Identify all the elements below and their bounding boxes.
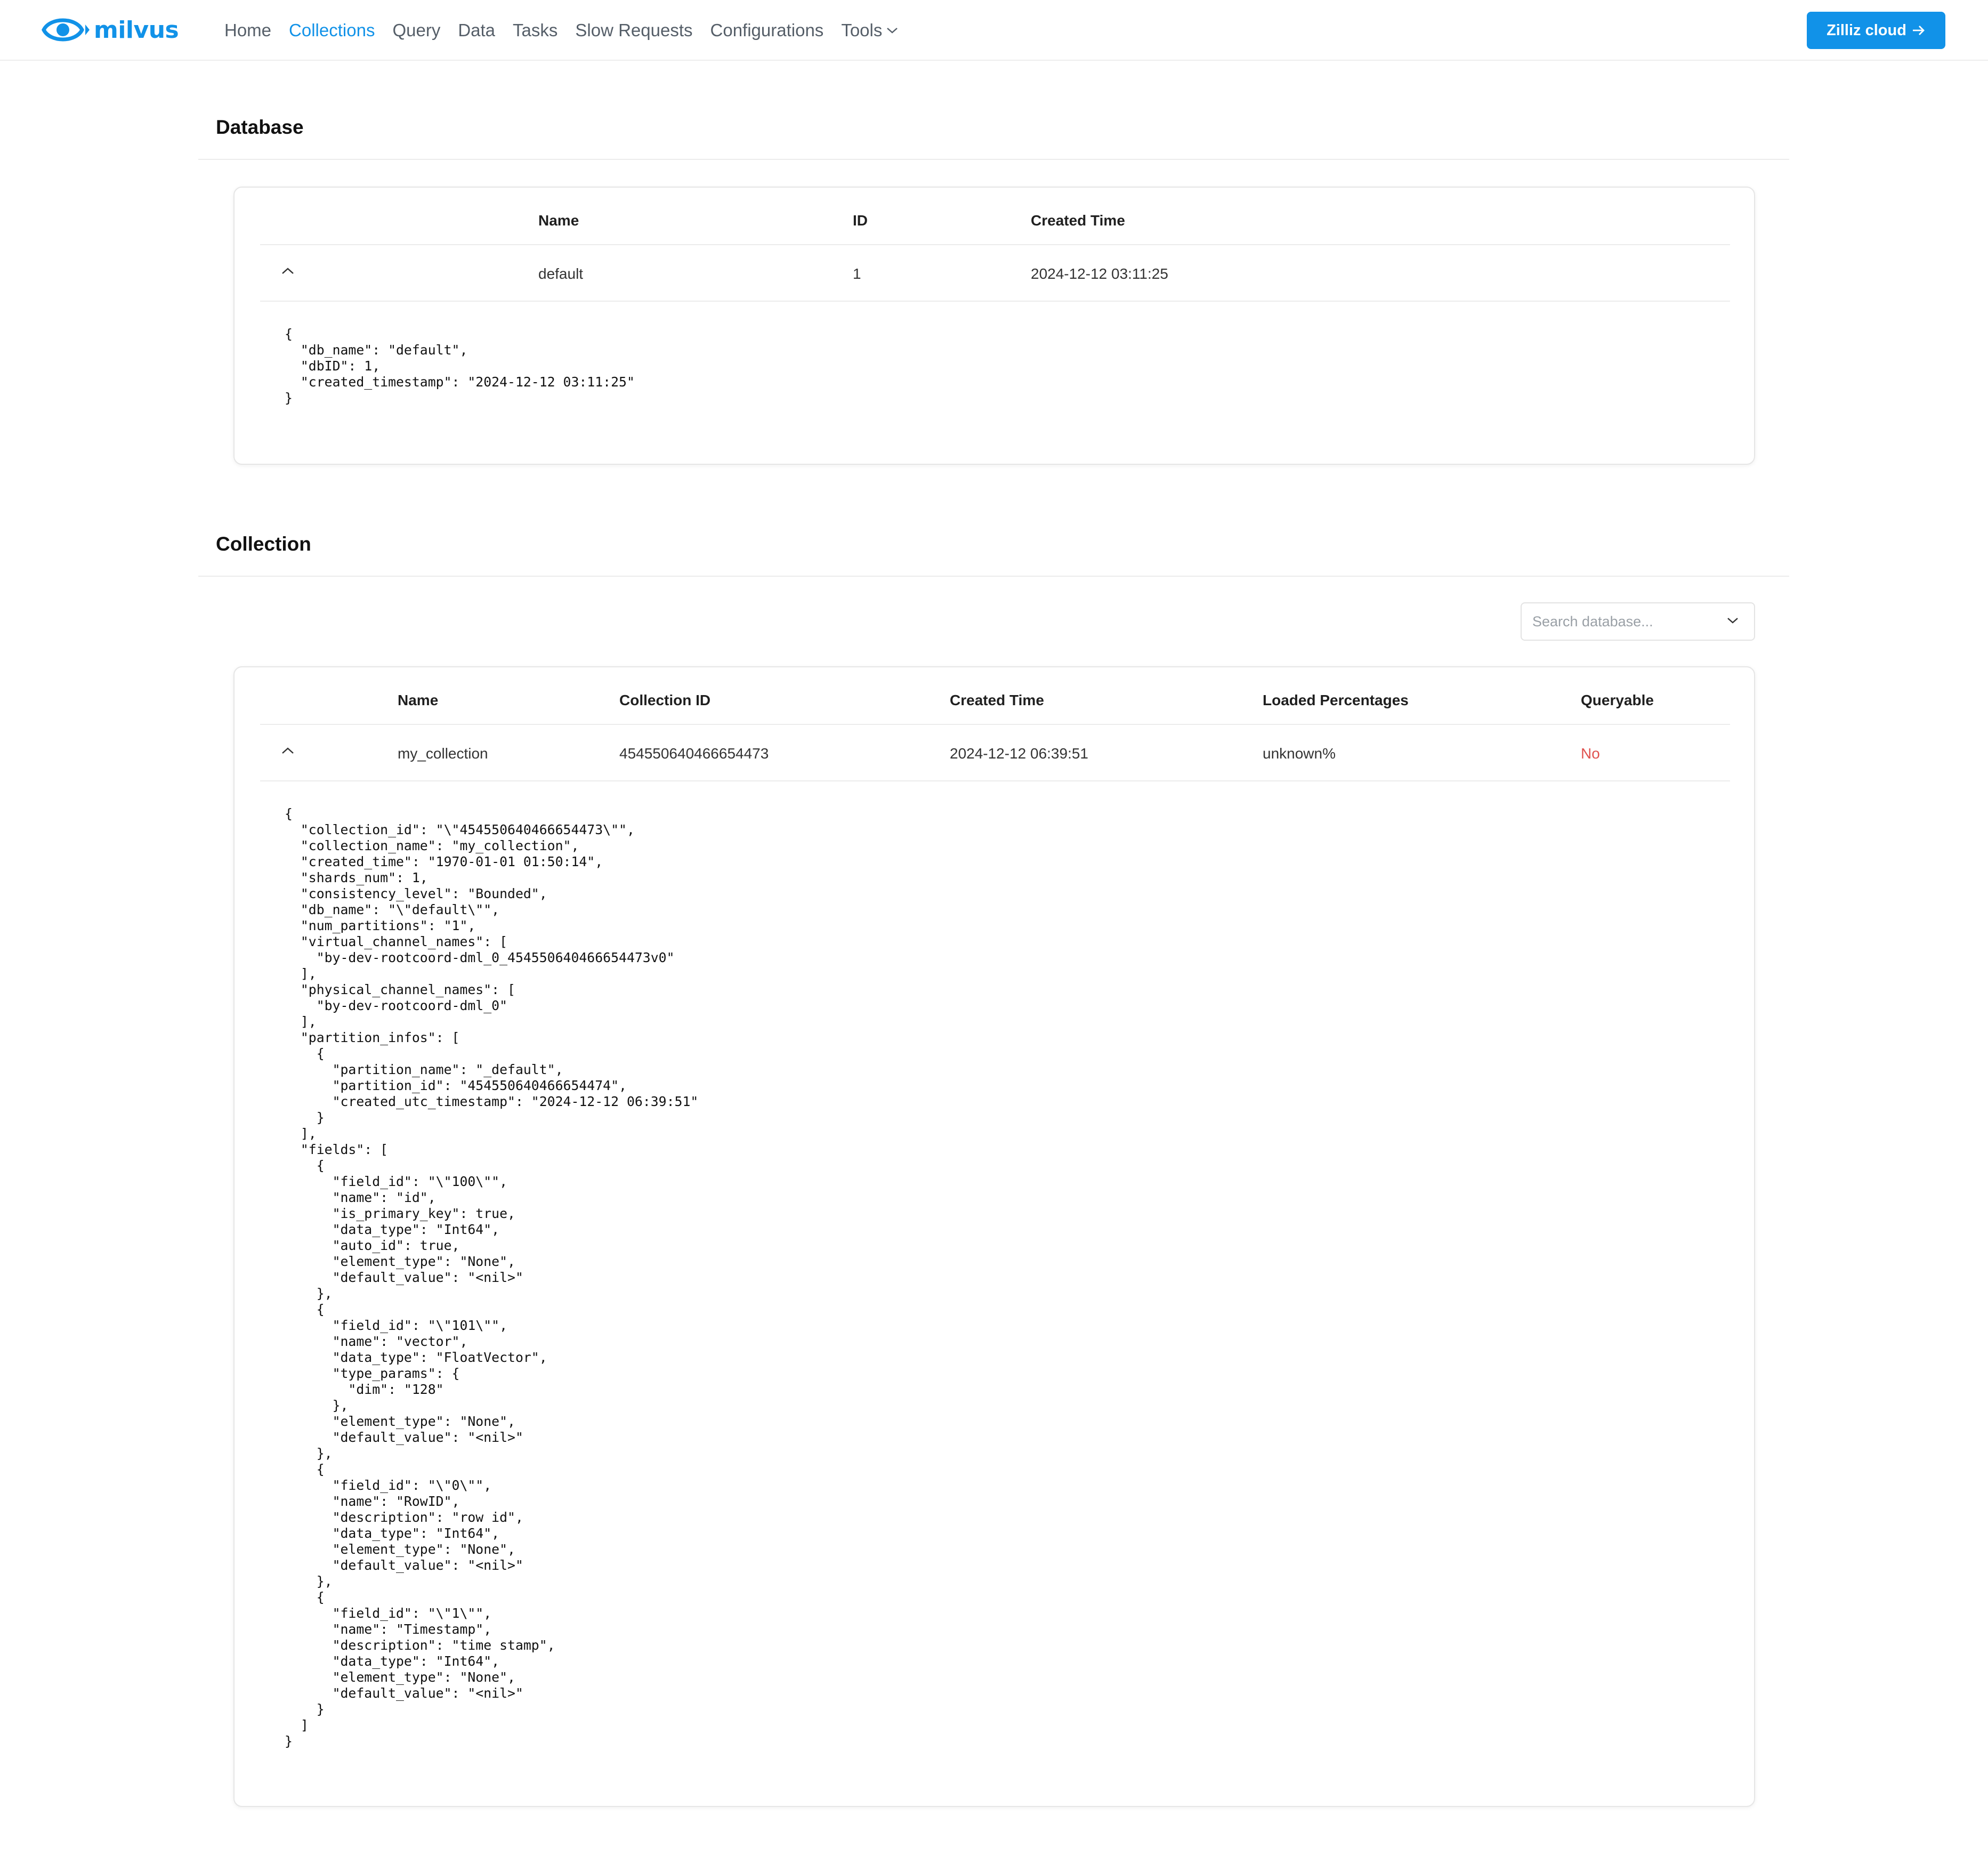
nav-tools-label: Tools bbox=[841, 20, 883, 40]
divider bbox=[198, 576, 1789, 577]
column-header-id[interactable]: ID bbox=[853, 212, 868, 229]
nav-data[interactable]: Data bbox=[458, 20, 495, 41]
chevron-up-icon[interactable] bbox=[280, 265, 295, 276]
chevron-up-icon[interactable] bbox=[280, 745, 295, 756]
column-header-collection-id[interactable]: Collection ID bbox=[619, 692, 710, 709]
main-nav: Home Collections Query Data Tasks Slow R… bbox=[224, 0, 916, 61]
collection-table-card: Name Collection ID Created Time Loaded P… bbox=[233, 666, 1755, 1807]
nav-home[interactable]: Home bbox=[224, 20, 271, 41]
db-name-cell: default bbox=[538, 265, 584, 282]
search-database-input[interactable] bbox=[1532, 611, 1708, 632]
nav-tasks[interactable]: Tasks bbox=[513, 20, 557, 41]
zilliz-cloud-button[interactable]: Zilliz cloud bbox=[1807, 12, 1945, 49]
nav-collections[interactable]: Collections bbox=[289, 20, 375, 41]
chevron-down-icon bbox=[887, 28, 898, 34]
nav-configurations[interactable]: Configurations bbox=[710, 20, 824, 41]
nav-tools-dropdown[interactable]: Tools bbox=[841, 20, 898, 41]
column-header-name[interactable]: Name bbox=[398, 692, 438, 709]
top-navbar: milvus Home Collections Query Data Tasks… bbox=[0, 0, 1988, 61]
column-header-queryable[interactable]: Queryable bbox=[1581, 692, 1654, 709]
database-section-title: Database bbox=[216, 116, 304, 138]
app-logo[interactable]: milvus bbox=[42, 12, 179, 48]
database-select[interactable] bbox=[1521, 602, 1755, 641]
table-row[interactable]: default 1 2024-12-12 03:11:25 bbox=[260, 244, 1730, 302]
column-header-loaded-percentages[interactable]: Loaded Percentages bbox=[1263, 692, 1409, 709]
queryable-status-cell: No bbox=[1581, 745, 1600, 762]
column-header-name[interactable]: Name bbox=[538, 212, 579, 229]
collection-id-cell: 454550640466654473 bbox=[619, 745, 769, 762]
divider bbox=[198, 159, 1789, 160]
database-table-card: Name ID Created Time default 1 2024-12-1… bbox=[233, 187, 1755, 465]
loaded-percentage-cell: unknown% bbox=[1263, 745, 1336, 762]
db-created-time-cell: 2024-12-12 03:11:25 bbox=[1031, 265, 1168, 282]
nav-query[interactable]: Query bbox=[392, 20, 440, 41]
zilliz-cloud-label: Zilliz cloud bbox=[1827, 21, 1906, 39]
table-row[interactable]: my_collection 454550640466654473 2024-12… bbox=[260, 724, 1730, 781]
arrow-right-icon bbox=[1912, 26, 1925, 35]
logo-wordmark: milvus bbox=[94, 16, 179, 44]
db-id-cell: 1 bbox=[853, 265, 861, 282]
chevron-down-icon[interactable] bbox=[1726, 616, 1739, 625]
collection-name-cell: my_collection bbox=[398, 745, 488, 762]
collection-detail-json: { "collection_id": "\"454550640466654473… bbox=[285, 806, 699, 1749]
collection-created-time-cell: 2024-12-12 06:39:51 bbox=[950, 745, 1088, 762]
table-header: Name Collection ID Created Time Loaded P… bbox=[260, 667, 1730, 725]
database-detail-json: { "db_name": "default", "dbID": 1, "crea… bbox=[285, 326, 635, 406]
column-header-created-time[interactable]: Created Time bbox=[1031, 212, 1125, 229]
table-header: Name ID Created Time bbox=[260, 188, 1730, 245]
milvus-eye-logo-icon bbox=[42, 18, 90, 42]
collection-section-title: Collection bbox=[216, 533, 311, 555]
column-header-created-time[interactable]: Created Time bbox=[950, 692, 1044, 709]
nav-slow-requests[interactable]: Slow Requests bbox=[575, 20, 692, 41]
